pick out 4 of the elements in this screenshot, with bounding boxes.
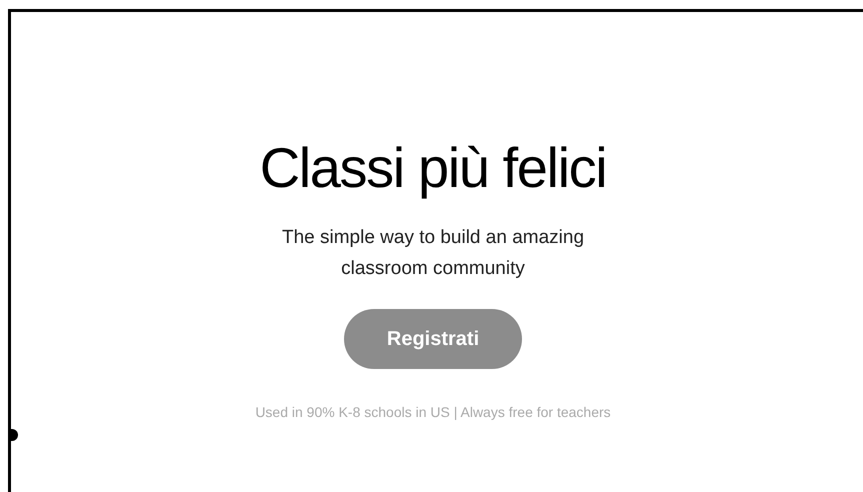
footnote: Used in 90% K-8 schools in US | Always free for teachers — [255, 403, 611, 422]
hero-subtitle: The simple way to build an amazing classroom community — [280, 226, 586, 281]
hero-title: Classi più felici — [260, 136, 606, 200]
register-button[interactable]: Registrati — [344, 309, 522, 369]
